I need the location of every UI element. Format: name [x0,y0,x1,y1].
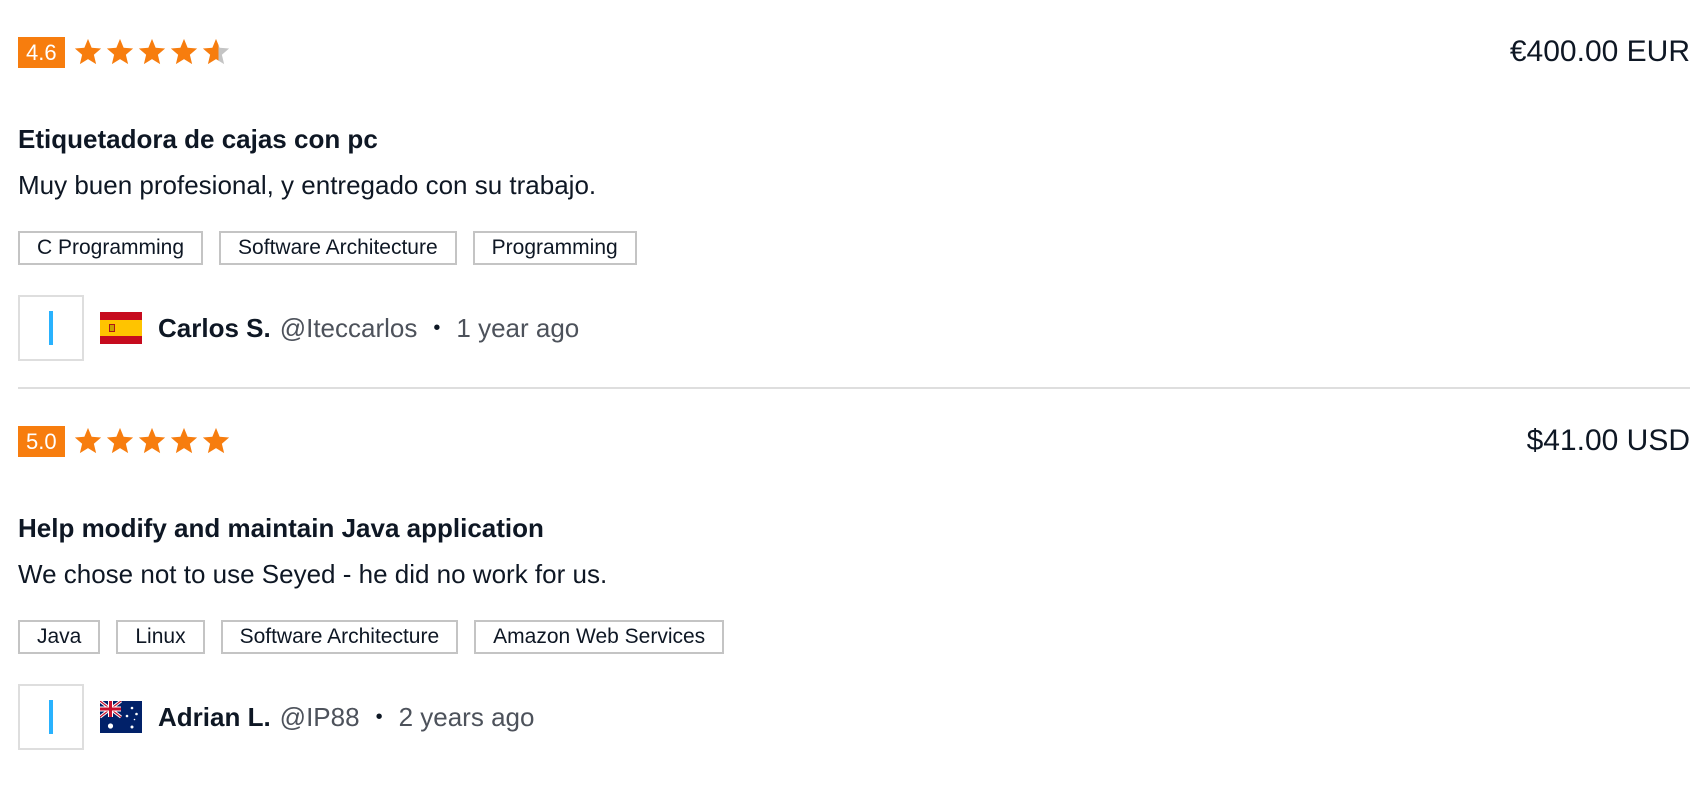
review-comment: We chose not to use Seyed - he did no wo… [18,559,608,589]
skill-tag[interactable]: Linux [116,620,205,654]
spain-flag-icon [100,312,142,344]
review-time: 2 years ago [398,701,535,732]
reviewer-info: Adrian L. @IP88 • 2 years ago [18,684,1690,750]
separator-dot: • [375,705,383,728]
skill-tag[interactable]: C Programming [18,231,204,265]
skill-tag[interactable]: Software Architecture [219,231,457,265]
review-card: 4.6 €400.00 EUR Etiquetadora de cajas co… [18,0,1690,361]
skill-tag[interactable]: Amazon Web Services [474,620,725,654]
rating: 4.6 [18,36,233,68]
reviewer-name[interactable]: Adrian L. [158,702,271,733]
star-icon [202,38,229,65]
rating-badge: 4.6 [18,36,65,68]
reviewer-handle[interactable]: @IP88 [280,702,360,733]
review-card: 5.0 $41.00 USD Help modify and maintain … [18,387,1690,750]
star-icon [202,427,229,454]
separator-dot: • [433,316,441,339]
skill-tag[interactable]: Programming [472,231,637,265]
project-amount: $41.00 USD [1526,424,1690,457]
australia-flag-icon [100,701,142,733]
project-title[interactable]: Etiquetadora de cajas con pc [18,123,1690,155]
project-amount: €400.00 EUR [1509,35,1690,68]
star-icon [106,38,133,65]
star-icon [74,427,101,454]
review-header: 4.6 €400.00 EUR [18,0,1690,75]
skill-tag[interactable]: Software Architecture [220,620,459,654]
review-time: 1 year ago [456,312,580,343]
star-icon [170,427,197,454]
star-rating [73,37,233,67]
avatar-placeholder-icon [49,311,53,345]
star-rating [73,426,233,456]
skill-tags: Java Linux Software Architecture Amazon … [18,620,1690,654]
project-title[interactable]: Help modify and maintain Java applicatio… [18,512,1690,544]
rating: 5.0 [18,425,233,457]
star-icon [74,38,101,65]
reviewer-info: Carlos S. @Iteccarlos • 1 year ago [18,295,1690,361]
reviewer-name[interactable]: Carlos S. [158,313,271,344]
review-header: 5.0 $41.00 USD [18,389,1690,464]
rating-badge: 5.0 [18,425,65,457]
star-icon [106,427,133,454]
review-comment: Muy buen profesional, y entregado con su… [18,170,597,200]
star-icon [138,38,165,65]
avatar[interactable] [18,684,84,750]
skill-tags: C Programming Software Architecture Prog… [18,231,1690,265]
skill-tag[interactable]: Java [18,620,101,654]
reviewer-handle[interactable]: @Iteccarlos [280,313,418,344]
reviews-list: 4.6 €400.00 EUR Etiquetadora de cajas co… [18,0,1690,750]
avatar-placeholder-icon [49,700,53,734]
avatar[interactable] [18,295,84,361]
star-icon [138,427,165,454]
star-icon [170,38,197,65]
